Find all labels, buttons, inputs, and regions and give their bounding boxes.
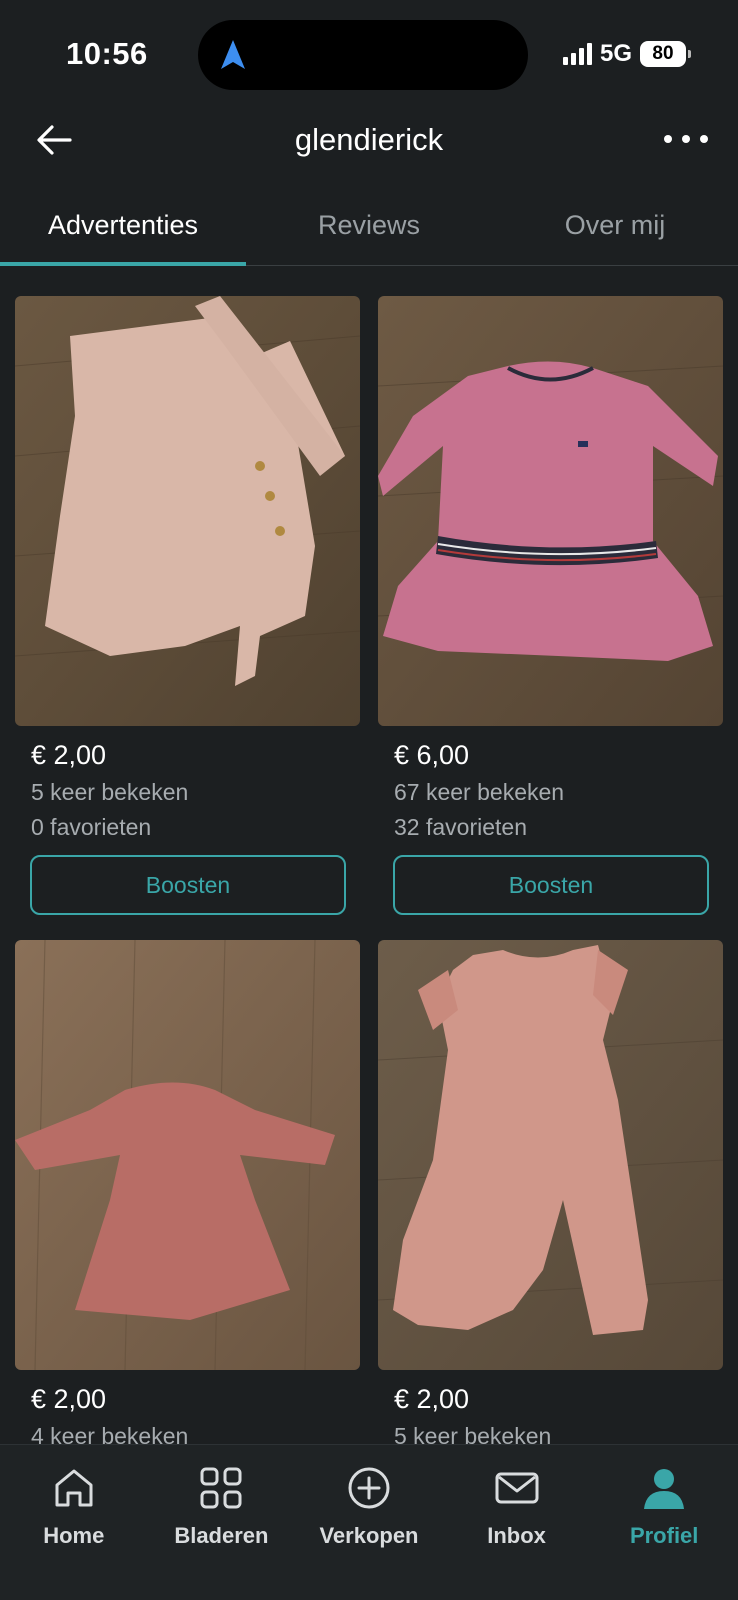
tab-reviews[interactable]: Reviews [246, 184, 492, 265]
battery-icon: 80 [640, 41, 691, 67]
dynamic-island [198, 20, 528, 90]
nav-bladeren[interactable]: Bladeren [148, 1445, 296, 1600]
home-icon [55, 1469, 93, 1507]
more-options-icon[interactable] [664, 124, 708, 154]
listing-card[interactable]: € 6,00 67 keer bekeken 32 favorieten Boo… [378, 296, 723, 915]
listing-photo[interactable] [15, 940, 360, 1370]
profile-header: glendierick [0, 110, 738, 184]
profile-tabs: Advertenties Reviews Over mij [0, 184, 738, 266]
item-photo-light-pink-dress [15, 296, 360, 726]
signal-icon [562, 43, 592, 65]
listing-views: 5 keer bekeken [31, 779, 189, 805]
listing-price: € 2,00 [31, 740, 107, 770]
nav-label: Home [43, 1523, 105, 1548]
item-photo-pink-velvet-dress [378, 296, 723, 726]
grid-icon [200, 1467, 242, 1509]
status-bar: 10:56 5G 80 [0, 0, 738, 110]
tab-over-mij[interactable]: Over mij [492, 184, 738, 265]
listing-card[interactable]: € 2,00 4 keer bekeken [15, 940, 360, 1450]
listing-favorites: 0 favorieten [31, 814, 152, 840]
nav-home[interactable]: Home [0, 1445, 148, 1600]
nav-inbox[interactable]: Inbox [443, 1445, 591, 1600]
listing-views: 67 keer bekeken [394, 779, 565, 805]
nav-label: Profiel [629, 1523, 699, 1548]
tab-advertenties[interactable]: Advertenties [0, 184, 246, 266]
listing-card[interactable]: € 2,00 5 keer bekeken 0 favorieten Boost… [15, 296, 360, 915]
item-photo-pink-jumpsuit [378, 940, 723, 1370]
nav-verkopen[interactable]: Verkopen [295, 1445, 443, 1600]
nav-label: Bladeren [174, 1523, 269, 1548]
nav-profiel[interactable]: Profiel [590, 1445, 738, 1600]
mail-icon [495, 1472, 539, 1504]
listing-favorites: 32 favorieten [394, 814, 527, 840]
plus-circle-icon [348, 1467, 390, 1509]
location-arrow-icon [221, 40, 245, 69]
status-indicators: 5G 80 [562, 40, 691, 68]
nav-label: Inbox [487, 1523, 546, 1548]
listing-price: € 2,00 [394, 1384, 470, 1414]
listing-card[interactable]: € 2,00 5 keer bekeken [378, 940, 723, 1450]
boost-button[interactable]: Boosten [30, 855, 346, 915]
listing-price: € 2,00 [31, 1384, 107, 1414]
listing-photo[interactable] [378, 296, 723, 726]
listing-price: € 6,00 [394, 740, 470, 770]
listing-photo[interactable] [15, 296, 360, 726]
item-photo-dusty-rose-dress [15, 940, 360, 1370]
bottom-navigation: Home Bladeren Verkopen Inbox Profiel [0, 1444, 738, 1600]
profile-icon [644, 1469, 685, 1509]
network-type: 5G [599, 40, 632, 67]
nav-label: Verkopen [319, 1523, 419, 1548]
status-time: 10:56 [66, 36, 148, 71]
listing-photo[interactable] [378, 940, 723, 1370]
app-screen: 10:56 5G 80 glendierick Advertenties Rev… [0, 0, 738, 1600]
page-title: glendierick [294, 122, 444, 157]
boost-button[interactable]: Boosten [393, 855, 709, 915]
